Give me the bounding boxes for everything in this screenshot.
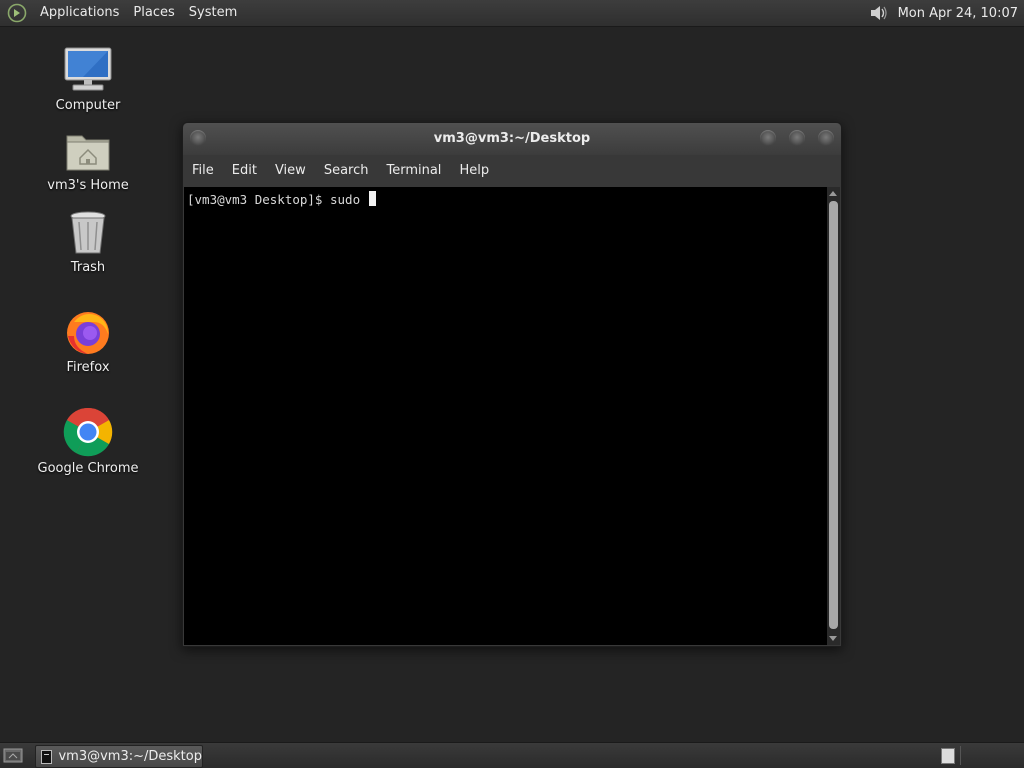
volume-icon[interactable] bbox=[868, 3, 888, 23]
scroll-thumb[interactable] bbox=[829, 201, 838, 629]
menu-help[interactable]: Help bbox=[450, 163, 498, 178]
workspace-2[interactable] bbox=[960, 746, 1021, 765]
terminal-scrollbar[interactable] bbox=[827, 187, 840, 645]
task-label: vm3@vm3:~/Desktop bbox=[58, 749, 202, 764]
window-titlebar[interactable]: vm3@vm3:~/Desktop bbox=[183, 123, 841, 155]
desktop-icon-home[interactable]: vm3's Home bbox=[33, 130, 143, 193]
system-menu[interactable]: System bbox=[182, 0, 244, 26]
panel-tray: Mon Apr 24, 10:07 bbox=[868, 0, 1024, 26]
places-menu[interactable]: Places bbox=[126, 0, 181, 26]
scroll-down-icon[interactable] bbox=[829, 636, 837, 641]
terminal-line: [vm3@vm3 Desktop]$ sudo bbox=[187, 191, 376, 207]
desktop-icon-label: Trash bbox=[70, 260, 106, 275]
desktop-icon-trash[interactable]: Trash bbox=[33, 210, 143, 275]
taskbar-terminal-button[interactable]: vm3@vm3:~/Desktop bbox=[35, 745, 203, 768]
desktop-icon-chrome[interactable]: Google Chrome bbox=[33, 407, 143, 476]
show-desktop-icon[interactable] bbox=[3, 746, 23, 764]
desktop-icon-label: Google Chrome bbox=[37, 461, 139, 476]
menu-view[interactable]: View bbox=[266, 163, 315, 178]
workspace-1[interactable] bbox=[941, 748, 955, 764]
terminal-icon bbox=[41, 749, 53, 764]
terminal-output[interactable]: [vm3@vm3 Desktop]$ sudo bbox=[184, 187, 827, 645]
command-input[interactable]: sudo bbox=[330, 192, 368, 207]
distro-logo-icon[interactable] bbox=[7, 3, 27, 23]
desktop-icon-label: Firefox bbox=[66, 360, 110, 375]
desktop-icon-label: Computer bbox=[55, 98, 121, 113]
desktop-icon-firefox[interactable]: Firefox bbox=[33, 308, 143, 375]
firefox-icon bbox=[67, 312, 109, 354]
menu-search[interactable]: Search bbox=[315, 163, 378, 178]
desktop-icon-computer[interactable]: Computer bbox=[33, 46, 143, 113]
terminal-menubar: File Edit View Search Terminal Help bbox=[183, 155, 841, 186]
text-cursor bbox=[368, 191, 376, 206]
desktop-icon-label: vm3's Home bbox=[47, 178, 129, 193]
menu-file[interactable]: File bbox=[183, 163, 223, 178]
top-panel: Applications Places System Mon Apr 24, 1… bbox=[0, 0, 1024, 27]
window-title: vm3@vm3:~/Desktop bbox=[433, 131, 591, 146]
computer-icon bbox=[64, 47, 112, 91]
home-folder-icon bbox=[66, 135, 110, 171]
scroll-up-icon[interactable] bbox=[829, 191, 837, 196]
terminal-window[interactable]: vm3@vm3:~/Desktop File Edit View Search … bbox=[182, 122, 842, 647]
menu-terminal[interactable]: Terminal bbox=[377, 163, 450, 178]
menu-edit[interactable]: Edit bbox=[223, 163, 266, 178]
trash-icon bbox=[70, 211, 106, 254]
clock[interactable]: Mon Apr 24, 10:07 bbox=[898, 6, 1018, 21]
maximize-button[interactable] bbox=[789, 130, 805, 146]
chrome-icon bbox=[63, 407, 113, 457]
applications-menu[interactable]: Applications bbox=[33, 0, 126, 26]
close-button[interactable] bbox=[818, 130, 834, 146]
minimize-button[interactable] bbox=[760, 130, 776, 146]
shell-prompt: [vm3@vm3 Desktop]$ bbox=[187, 192, 330, 207]
bottom-panel: vm3@vm3:~/Desktop bbox=[0, 742, 1024, 768]
